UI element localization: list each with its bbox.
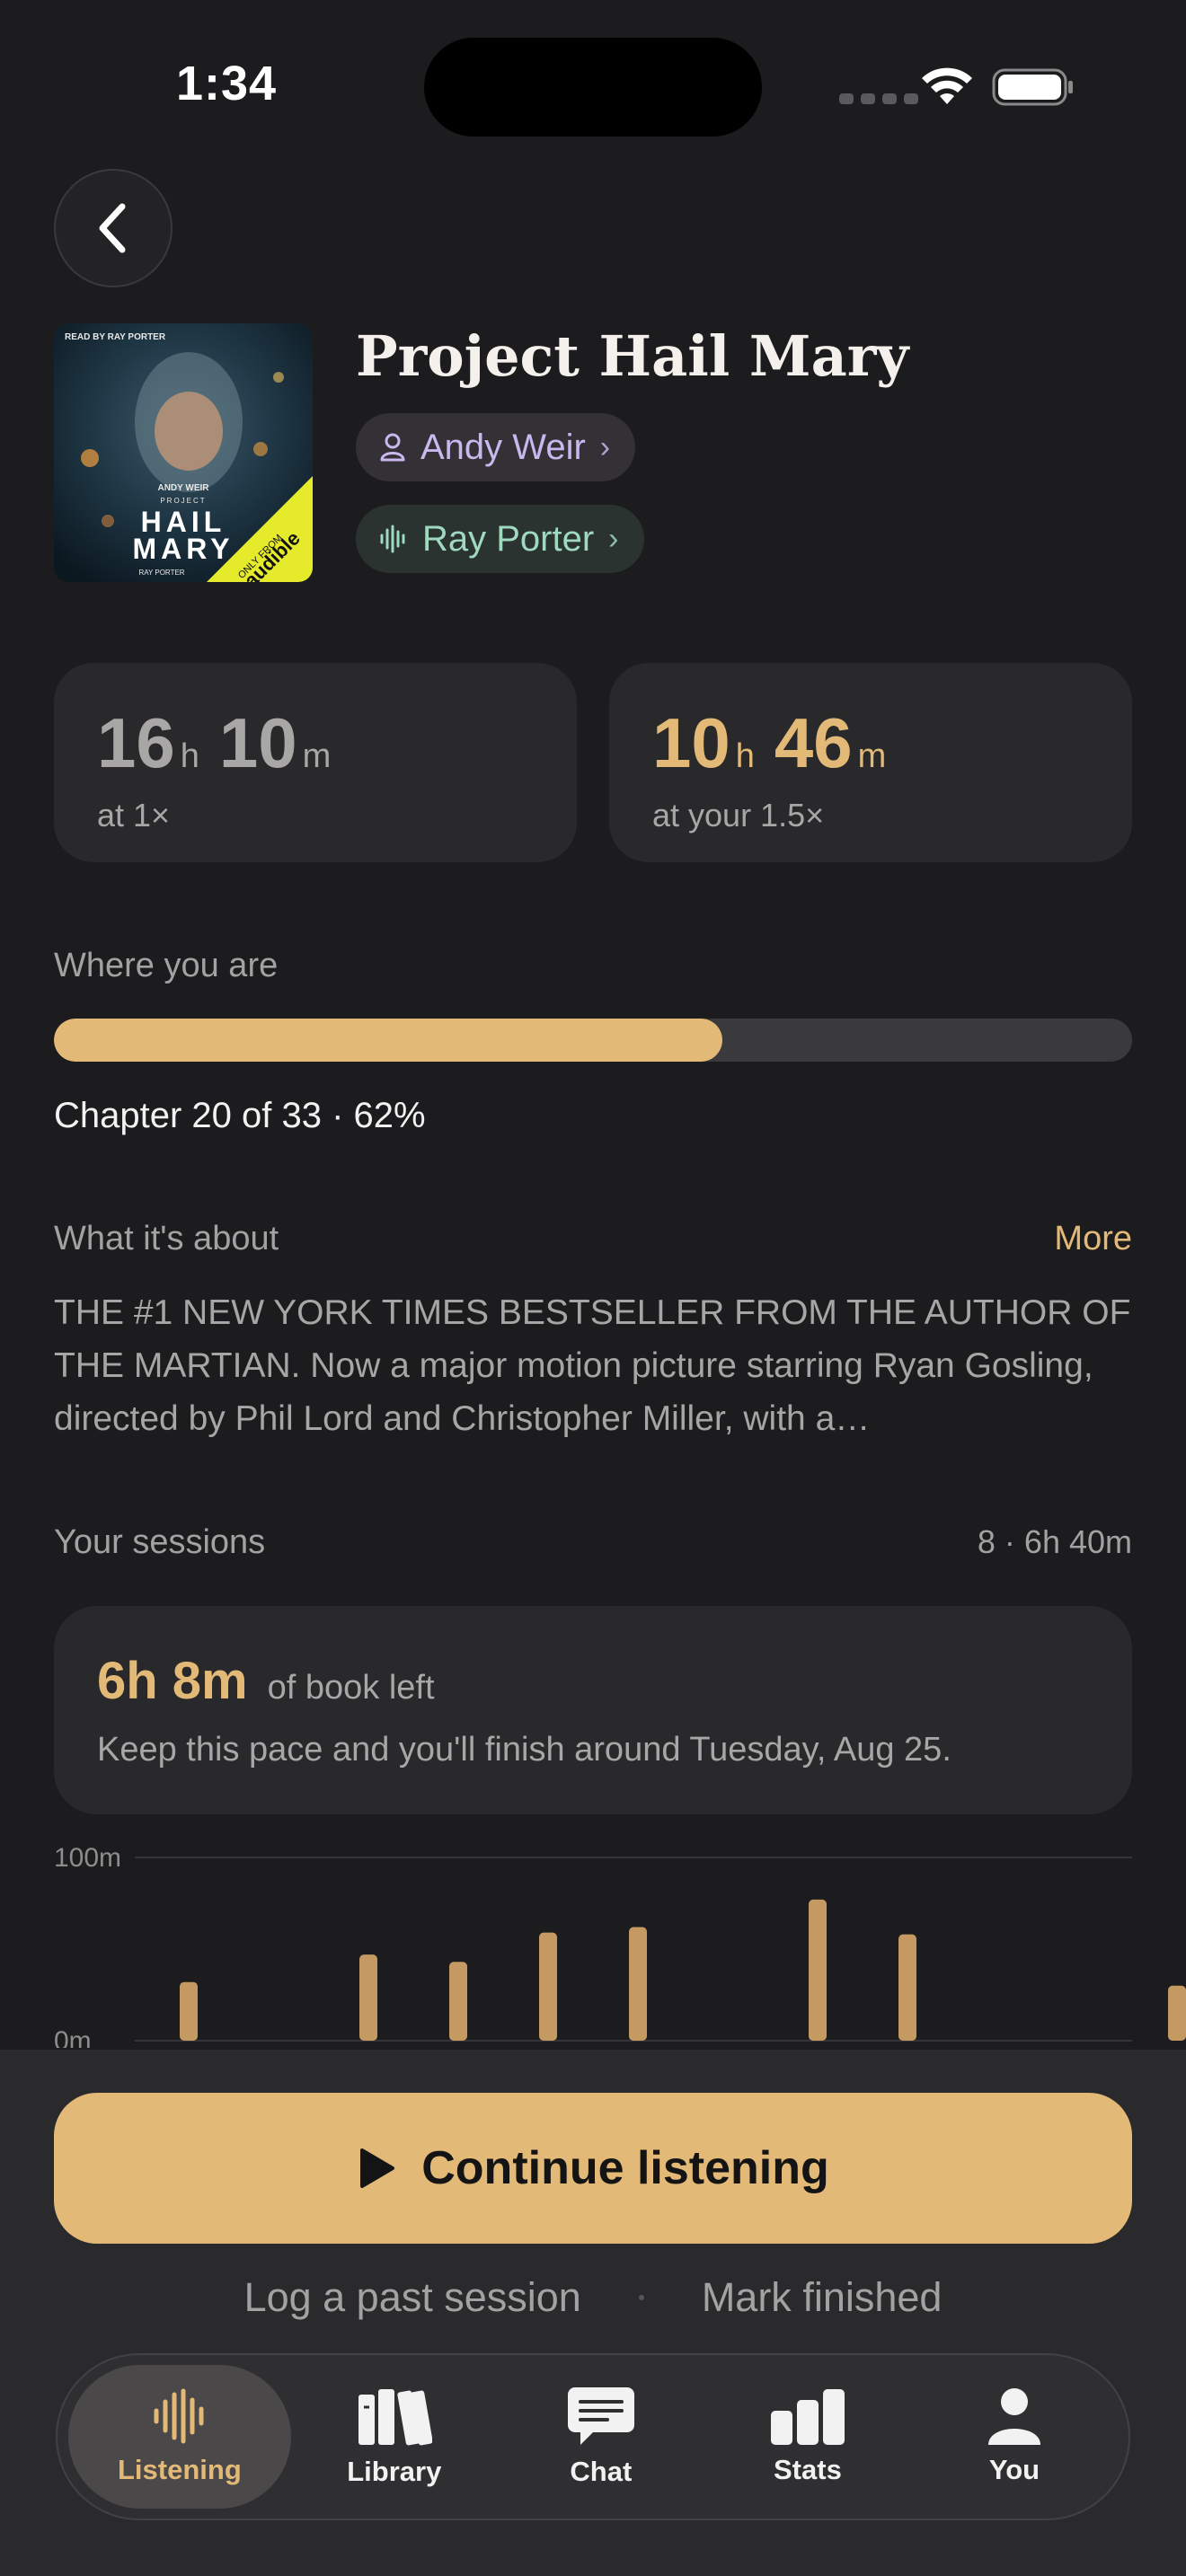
progress-label: Where you are	[54, 947, 279, 984]
svg-text:PROJECT: PROJECT	[160, 497, 206, 505]
tab-label: Stats	[774, 2454, 842, 2485]
tab-label: Chat	[570, 2456, 633, 2487]
chevron-right-icon: ›	[599, 429, 611, 464]
duration-minutes: 10	[218, 703, 297, 782]
svg-text:RAY PORTER: RAY PORTER	[138, 569, 184, 577]
sessions-label: Your sessions	[54, 1523, 266, 1561]
person-icon	[987, 2388, 1040, 2445]
svg-text:READ BY RAY PORTER: READ BY RAY PORTER	[65, 332, 166, 342]
duration-caption: at 1×	[97, 797, 171, 834]
chart-bar	[629, 1927, 647, 2041]
chevron-right-icon: ›	[608, 521, 619, 556]
waveform-icon	[380, 525, 405, 553]
duration-hours-unit: h	[735, 737, 755, 775]
book-cover: READ BY RAY PORTER ANDY WEIR PROJECT HAI…	[54, 323, 313, 582]
tab-bar: Listening Library Chat Stats You	[56, 2353, 1130, 2520]
bar-chart-icon	[770, 2389, 845, 2445]
narrator-name: Ray Porter	[422, 518, 595, 559]
about-text: THE #1 NEW YORK TIMES BESTSELLER FROM TH…	[54, 1293, 1131, 1438]
play-icon	[360, 2148, 395, 2188]
chart-bar	[809, 1899, 827, 2041]
duration-minutes-unit: m	[857, 737, 887, 775]
continue-listening-label: Continue listening	[421, 2142, 829, 2194]
tab-label: Listening	[117, 2454, 242, 2485]
author-name: Andy Weir	[420, 427, 586, 467]
chart-bar	[1168, 1985, 1186, 2041]
secondary-actions: Log a past session Mark finished	[0, 2274, 1186, 2321]
tab-chat[interactable]: Chat	[498, 2365, 704, 2509]
duration-caption: at your 1.5×	[652, 797, 825, 834]
tab-library[interactable]: Library	[291, 2365, 498, 2509]
books-icon	[358, 2389, 432, 2446]
log-past-session-button[interactable]: Log a past session	[244, 2274, 581, 2321]
tab-stats[interactable]: Stats	[704, 2365, 911, 2509]
book-title: Project Hail Mary	[356, 323, 909, 389]
progress-bar	[54, 1019, 1132, 1062]
status-time: 1:34	[176, 57, 278, 110]
waveform-icon	[154, 2388, 204, 2444]
author-chip[interactable]: Andy Weir ›	[356, 413, 636, 481]
time-left-card: 6h 8m of book left Keep this pace and yo…	[54, 1606, 1132, 1814]
chart-bar	[449, 1962, 467, 2041]
battery-icon	[992, 68, 1073, 106]
duration-hours-unit: h	[180, 737, 199, 775]
tab-label: Library	[347, 2456, 442, 2487]
more-link[interactable]: More	[1054, 1220, 1132, 1258]
about-label: What it's about	[54, 1220, 279, 1257]
duration-card-normal: 16 h 10 m at 1×	[54, 663, 577, 862]
duration-hours: 10	[652, 703, 730, 782]
continue-listening-button[interactable]: Continue listening	[54, 2093, 1132, 2244]
separator-dot	[638, 2295, 644, 2300]
chat-bubble-icon	[567, 2387, 634, 2445]
progress-text: Chapter 20 of 33 · 62%	[54, 1096, 426, 1135]
sessions-summary: 8 · 6h 40m	[977, 1523, 1132, 1560]
dynamic-island	[424, 38, 762, 137]
narrator-chip[interactable]: Ray Porter ›	[356, 505, 644, 573]
svg-text:ANDY WEIR: ANDY WEIR	[157, 483, 209, 493]
chart-bar	[898, 1934, 916, 2041]
duration-minutes: 46	[774, 703, 853, 782]
mark-finished-button[interactable]: Mark finished	[702, 2274, 943, 2321]
time-left-value: 6h 8m	[97, 1652, 248, 1710]
sessions-chart: 100m 0m	[54, 1843, 1186, 2048]
progress-fill	[54, 1019, 722, 1062]
chart-bar	[180, 1981, 198, 2041]
wifi-icon	[922, 67, 972, 104]
chevron-left-icon	[99, 203, 126, 253]
finish-forecast: Keep this pace and you'll finish around …	[97, 1731, 951, 1769]
duration-hours: 16	[97, 703, 175, 782]
person-icon	[380, 433, 405, 462]
tab-you[interactable]: You	[911, 2365, 1118, 2509]
chart-bar	[539, 1932, 557, 2041]
time-left-caption: of book left	[267, 1669, 435, 1707]
duration-minutes-unit: m	[302, 737, 332, 775]
chart-bar	[359, 1954, 377, 2041]
chart-y-tick-label: 100m	[54, 1843, 121, 1873]
back-button[interactable]	[54, 169, 173, 287]
duration-card-yours: 10 h 46 m at your 1.5×	[609, 663, 1132, 862]
tab-listening[interactable]: Listening	[68, 2365, 291, 2509]
chart-y-tick-label: 0m	[54, 2026, 92, 2048]
cellular-signal-icon	[839, 93, 918, 104]
svg-text:MARY: MARY	[132, 533, 234, 565]
tab-label: You	[988, 2454, 1040, 2485]
